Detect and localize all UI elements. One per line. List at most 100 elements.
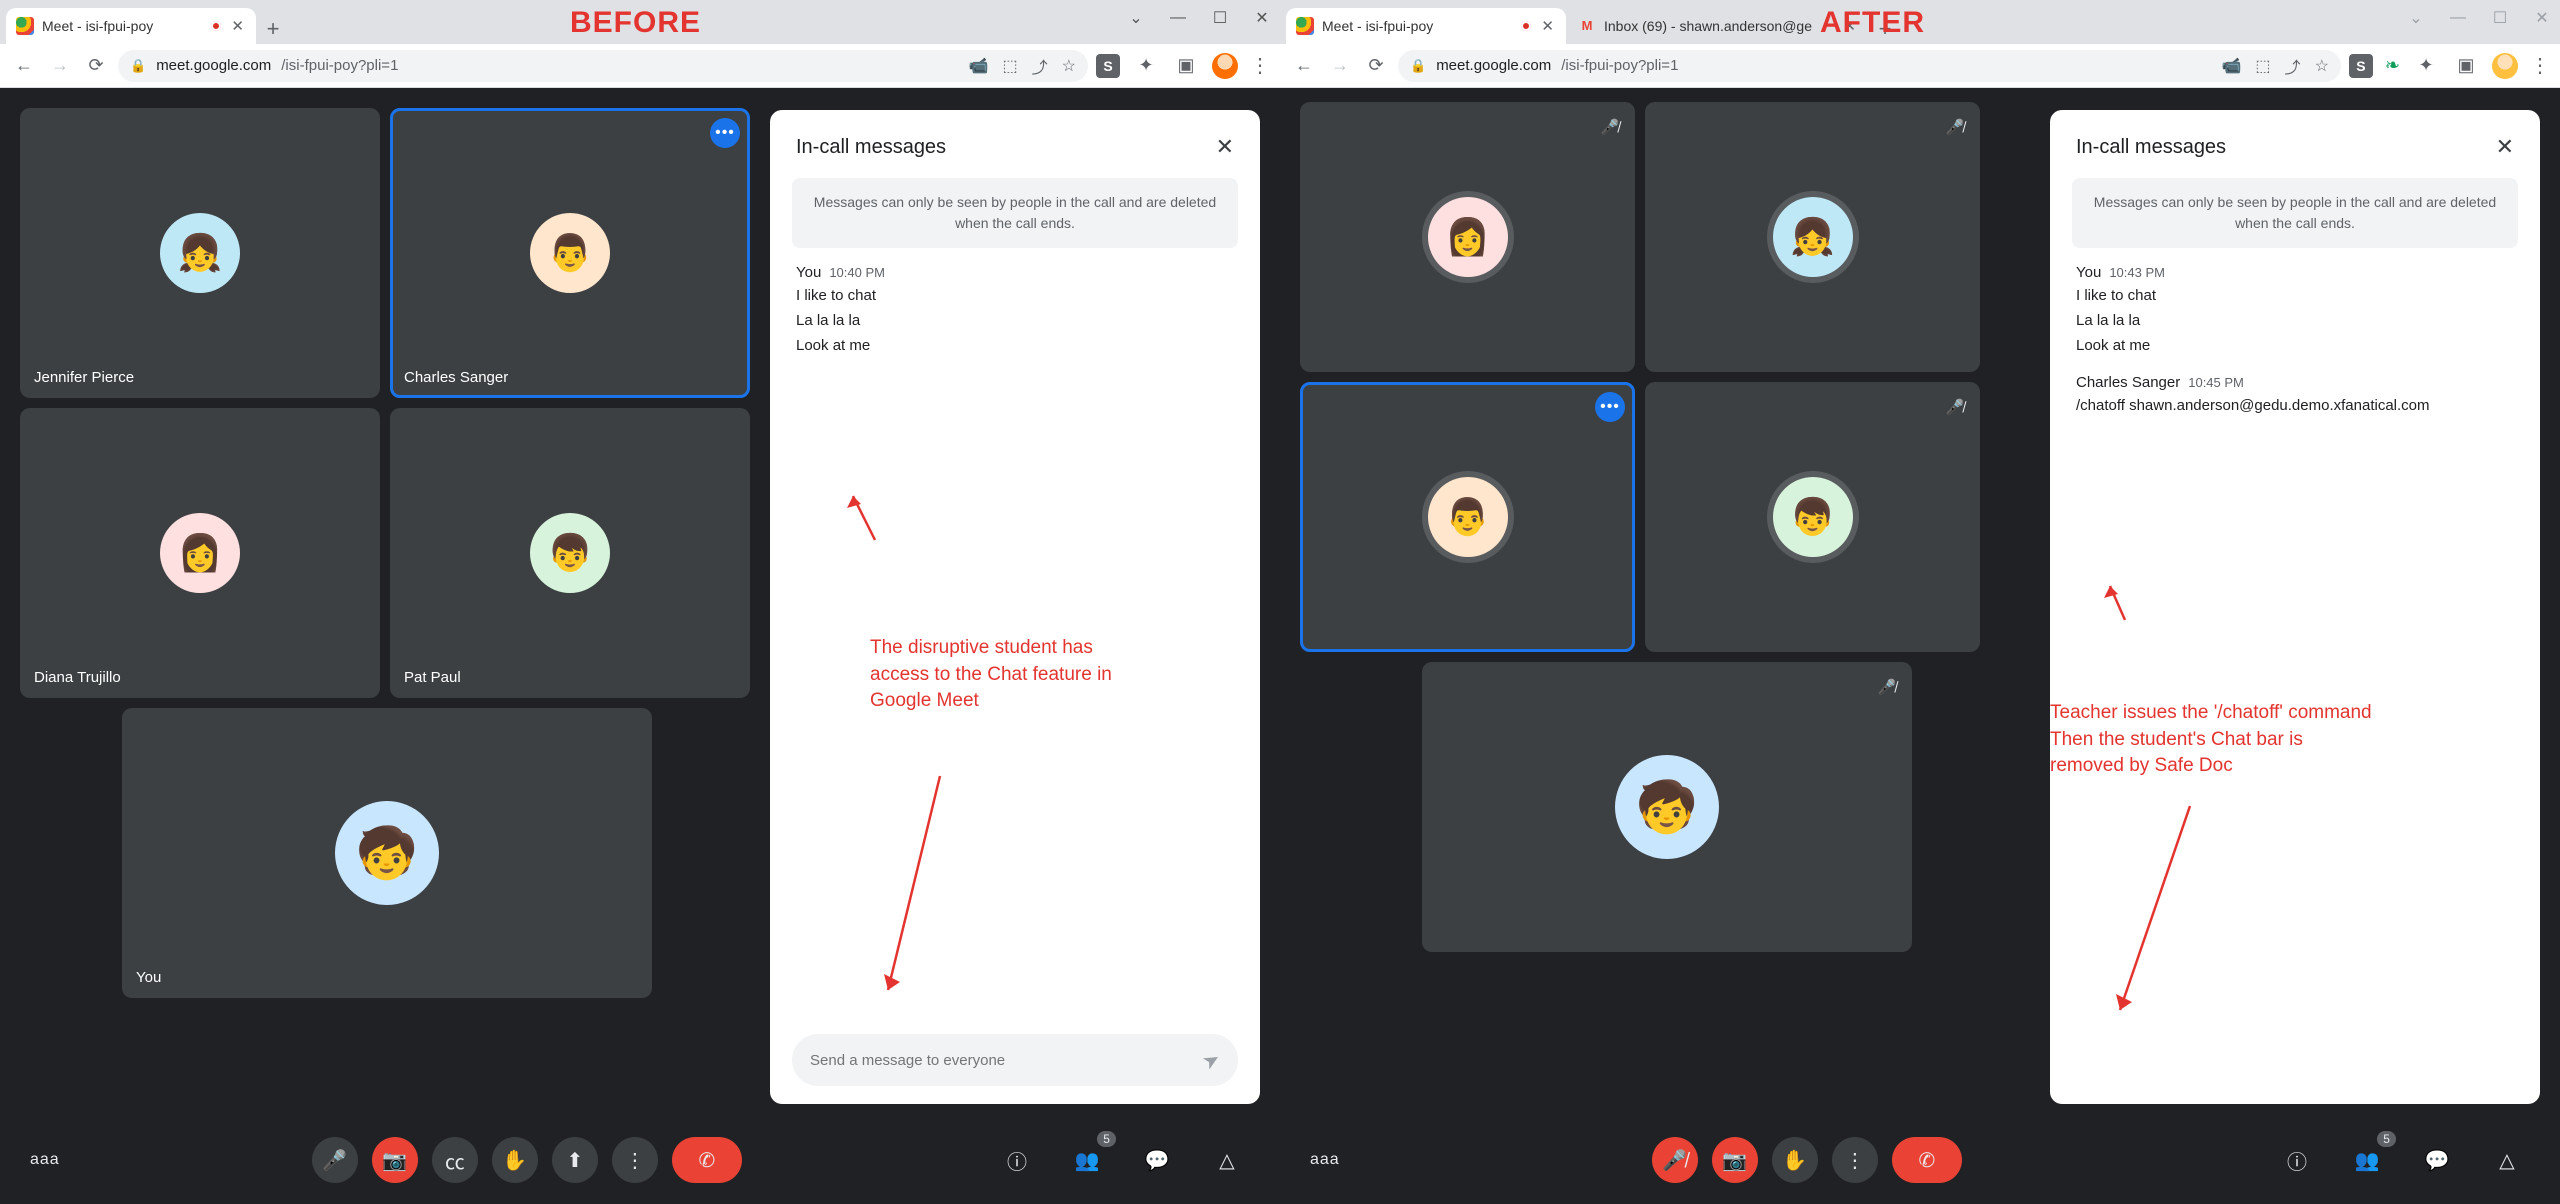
avatar: 🧒 bbox=[1615, 755, 1719, 859]
profile-avatar-icon[interactable] bbox=[2492, 53, 2518, 79]
tab-title: Meet - isi-fpui-poy bbox=[1322, 18, 1433, 34]
bookmark-icon[interactable]: ☆ bbox=[1062, 56, 1076, 76]
participant-tile[interactable]: 👧 Jennifer Pierce bbox=[20, 108, 380, 398]
participant-tile-selected[interactable]: ••• 👨 bbox=[1300, 382, 1635, 652]
participant-name: Diana Trujillo bbox=[34, 669, 121, 686]
chat-title: In-call messages bbox=[2076, 136, 2226, 159]
tab-title: Inbox (69) - shawn.anderson@ge bbox=[1604, 18, 1812, 34]
participant-tile[interactable]: 🎤̸ 👩 bbox=[1300, 102, 1635, 372]
participant-name: Jennifer Pierce bbox=[34, 369, 134, 386]
sidepanel-icon[interactable]: ▣ bbox=[1172, 52, 1200, 80]
meet-favicon-icon bbox=[1296, 17, 1314, 35]
nav-reload-icon[interactable]: ⟳ bbox=[82, 52, 110, 80]
window-minimize-icon[interactable]: — bbox=[2444, 4, 2472, 32]
meeting-details-icon[interactable]: ⓘ bbox=[994, 1137, 1040, 1183]
window-close-icon[interactable]: ✕ bbox=[2528, 4, 2556, 32]
chrome-menu-icon[interactable]: ⋮ bbox=[1250, 53, 1270, 78]
chat-close-icon[interactable]: ✕ bbox=[1216, 134, 1234, 160]
mic-off-button[interactable]: 🎤̸ bbox=[1652, 1137, 1698, 1183]
window-close-icon[interactable]: ✕ bbox=[1248, 4, 1276, 32]
present-button[interactable]: ⬆ bbox=[552, 1137, 598, 1183]
extension-s-icon[interactable]: S bbox=[1096, 54, 1120, 78]
camera-perm-icon[interactable]: 📹 bbox=[969, 56, 989, 76]
tab-meet[interactable]: Meet - isi-fpui-poy ✕ bbox=[6, 8, 256, 44]
bookmark-icon[interactable]: ☆ bbox=[2315, 56, 2329, 76]
leave-call-button[interactable]: ✆ bbox=[1892, 1137, 1962, 1183]
nav-back-icon[interactable]: ← bbox=[1290, 52, 1318, 80]
chat-input[interactable] bbox=[810, 1052, 1203, 1069]
activities-icon[interactable]: △ bbox=[1204, 1137, 1250, 1183]
tab-dropdown-icon[interactable]: ⌄ bbox=[2402, 4, 2430, 32]
participant-tile[interactable]: 👩 Diana Trujillo bbox=[20, 408, 380, 698]
window-maximize-icon[interactable]: ☐ bbox=[1206, 4, 1234, 32]
leave-call-button[interactable]: ✆ bbox=[672, 1137, 742, 1183]
install-app-icon[interactable]: ⬚ bbox=[2255, 56, 2270, 76]
extension-leaf-icon[interactable]: ❧ bbox=[2385, 55, 2400, 76]
share-icon[interactable]: ⤴ bbox=[2285, 54, 2301, 78]
tile-menu-icon[interactable]: ••• bbox=[1595, 392, 1625, 422]
meeting-details-icon[interactable]: ⓘ bbox=[2274, 1137, 2320, 1183]
extensions-puzzle-icon[interactable]: ✦ bbox=[2412, 52, 2440, 80]
chat-toggle-icon[interactable]: 💬 bbox=[1134, 1137, 1180, 1183]
chat-close-icon[interactable]: ✕ bbox=[2496, 134, 2514, 160]
message-block: You10:40 PM I like to chat La la la la L… bbox=[796, 264, 1234, 354]
new-tab-button[interactable]: + bbox=[258, 14, 288, 44]
window-maximize-icon[interactable]: ☐ bbox=[2486, 4, 2514, 32]
participant-tile[interactable]: 🎤̸ 👦 bbox=[1645, 382, 1980, 652]
avatar: 🧒 bbox=[335, 801, 439, 905]
nav-reload-icon[interactable]: ⟳ bbox=[1362, 52, 1390, 80]
tab-gmail[interactable]: Inbox (69) - shawn.anderson@ge ✕ bbox=[1568, 8, 1868, 44]
window-minimize-icon[interactable]: — bbox=[1164, 4, 1192, 32]
meet-bottom-bar: aaa 🎤 📷 ㏄ ✋ ⬆ ⋮ ✆ ⓘ 👥5 💬 △ bbox=[0, 1116, 1280, 1204]
chat-title: In-call messages bbox=[796, 136, 946, 159]
chrome-menu-icon[interactable]: ⋮ bbox=[2530, 53, 2550, 78]
participant-tile-selected[interactable]: ••• 👨 Charles Sanger bbox=[390, 108, 750, 398]
muted-icon: 🎤̸ bbox=[1872, 672, 1902, 702]
participant-tile[interactable]: 🎤̸ 👧 bbox=[1645, 102, 1980, 372]
raise-hand-button[interactable]: ✋ bbox=[1772, 1137, 1818, 1183]
gmail-favicon-icon bbox=[1578, 17, 1596, 35]
nav-back-icon[interactable]: ← bbox=[10, 52, 38, 80]
participant-tile-self[interactable]: 🎤̸ 🧒 bbox=[1422, 662, 1912, 952]
message-line: /chatoff shawn.anderson@gedu.demo.xfanat… bbox=[2076, 397, 2514, 414]
tab-close-icon[interactable]: ✕ bbox=[1841, 17, 1858, 35]
chat-input-bar[interactable]: ➤ bbox=[792, 1034, 1238, 1086]
extension-s-icon[interactable]: S bbox=[2349, 54, 2373, 78]
tab-meet[interactable]: Meet - isi-fpui-poy ✕ bbox=[1286, 8, 1566, 44]
tile-menu-icon[interactable]: ••• bbox=[710, 118, 740, 148]
sidepanel-icon[interactable]: ▣ bbox=[2452, 52, 2480, 80]
browser-toolbar: ← → ⟳ 🔒 meet.google.com/isi-fpui-poy?pli… bbox=[0, 44, 1280, 88]
captions-button[interactable]: ㏄ bbox=[432, 1137, 478, 1183]
recording-indicator-icon bbox=[1521, 21, 1531, 31]
profile-avatar-icon[interactable] bbox=[1212, 53, 1238, 79]
chat-info-banner: Messages can only be seen by people in t… bbox=[2072, 178, 2518, 248]
camera-perm-icon[interactable]: 📹 bbox=[2222, 56, 2242, 76]
tab-close-icon[interactable]: ✕ bbox=[1539, 17, 1556, 35]
participant-tile[interactable]: 👦 Pat Paul bbox=[390, 408, 750, 698]
camera-off-button[interactable]: 📷 bbox=[372, 1137, 418, 1183]
nav-forward-icon[interactable]: → bbox=[46, 52, 74, 80]
send-icon[interactable]: ➤ bbox=[1198, 1045, 1225, 1075]
new-tab-button[interactable]: + bbox=[1870, 14, 1900, 44]
share-icon[interactable]: ⤴ bbox=[1032, 54, 1048, 78]
install-app-icon[interactable]: ⬚ bbox=[1003, 56, 1018, 76]
more-options-button[interactable]: ⋮ bbox=[1832, 1137, 1878, 1183]
participant-name: You bbox=[136, 969, 161, 986]
activities-icon[interactable]: △ bbox=[2484, 1137, 2530, 1183]
url-path: /isi-fpui-poy?pli=1 bbox=[281, 57, 398, 74]
tab-dropdown-icon[interactable]: ⌄ bbox=[1122, 4, 1150, 32]
chat-toggle-icon[interactable]: 💬 bbox=[2414, 1137, 2460, 1183]
participant-tile-self[interactable]: 🧒 You bbox=[122, 708, 652, 998]
nav-forward-icon[interactable]: → bbox=[1326, 52, 1354, 80]
tab-close-icon[interactable]: ✕ bbox=[229, 17, 246, 35]
message-line: Look at me bbox=[796, 337, 1234, 354]
raise-hand-button[interactable]: ✋ bbox=[492, 1137, 538, 1183]
address-bar[interactable]: 🔒 meet.google.com/isi-fpui-poy?pli=1 📹 ⬚… bbox=[1398, 50, 2341, 82]
address-bar[interactable]: 🔒 meet.google.com/isi-fpui-poy?pli=1 📹 ⬚… bbox=[118, 50, 1088, 82]
mic-button[interactable]: 🎤 bbox=[312, 1137, 358, 1183]
extensions-puzzle-icon[interactable]: ✦ bbox=[1132, 52, 1160, 80]
people-count-badge: 5 bbox=[1097, 1131, 1116, 1147]
message-line: La la la la bbox=[796, 312, 1234, 329]
camera-off-button[interactable]: 📷 bbox=[1712, 1137, 1758, 1183]
more-options-button[interactable]: ⋮ bbox=[612, 1137, 658, 1183]
